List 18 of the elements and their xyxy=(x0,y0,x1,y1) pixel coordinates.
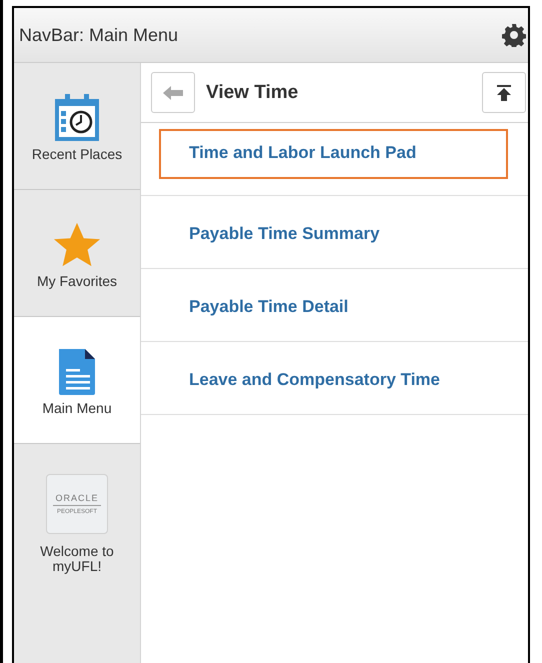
sidebar-label: My Favorites xyxy=(36,274,118,289)
menu-link[interactable]: Time and Labor Launch Pad xyxy=(159,129,508,179)
sidebar-label: Recent Places xyxy=(30,147,124,162)
page-title: View Time xyxy=(206,82,300,104)
sidebar-label: Main Menu xyxy=(41,401,113,416)
menu-link[interactable]: Payable Time Summary xyxy=(159,202,508,252)
settings-icon[interactable] xyxy=(502,23,526,47)
sidebar-item[interactable]: Main Menu xyxy=(14,317,140,444)
arrow-left-icon xyxy=(163,86,183,100)
scroll-top-button[interactable] xyxy=(482,72,526,113)
navbar-title: NavBar: Main Menu xyxy=(19,24,178,46)
sidebar-label: Welcome to myUFL! xyxy=(39,544,115,574)
logo-text: ORACLE xyxy=(53,493,100,506)
calendar-clock-icon xyxy=(53,93,101,143)
sidebar-item[interactable]: Recent Places xyxy=(14,63,140,190)
menu-link[interactable]: Payable Time Detail xyxy=(159,275,508,325)
menu-link[interactable]: Leave and Compensatory Time xyxy=(159,348,508,398)
arrow-up-icon xyxy=(496,84,512,100)
